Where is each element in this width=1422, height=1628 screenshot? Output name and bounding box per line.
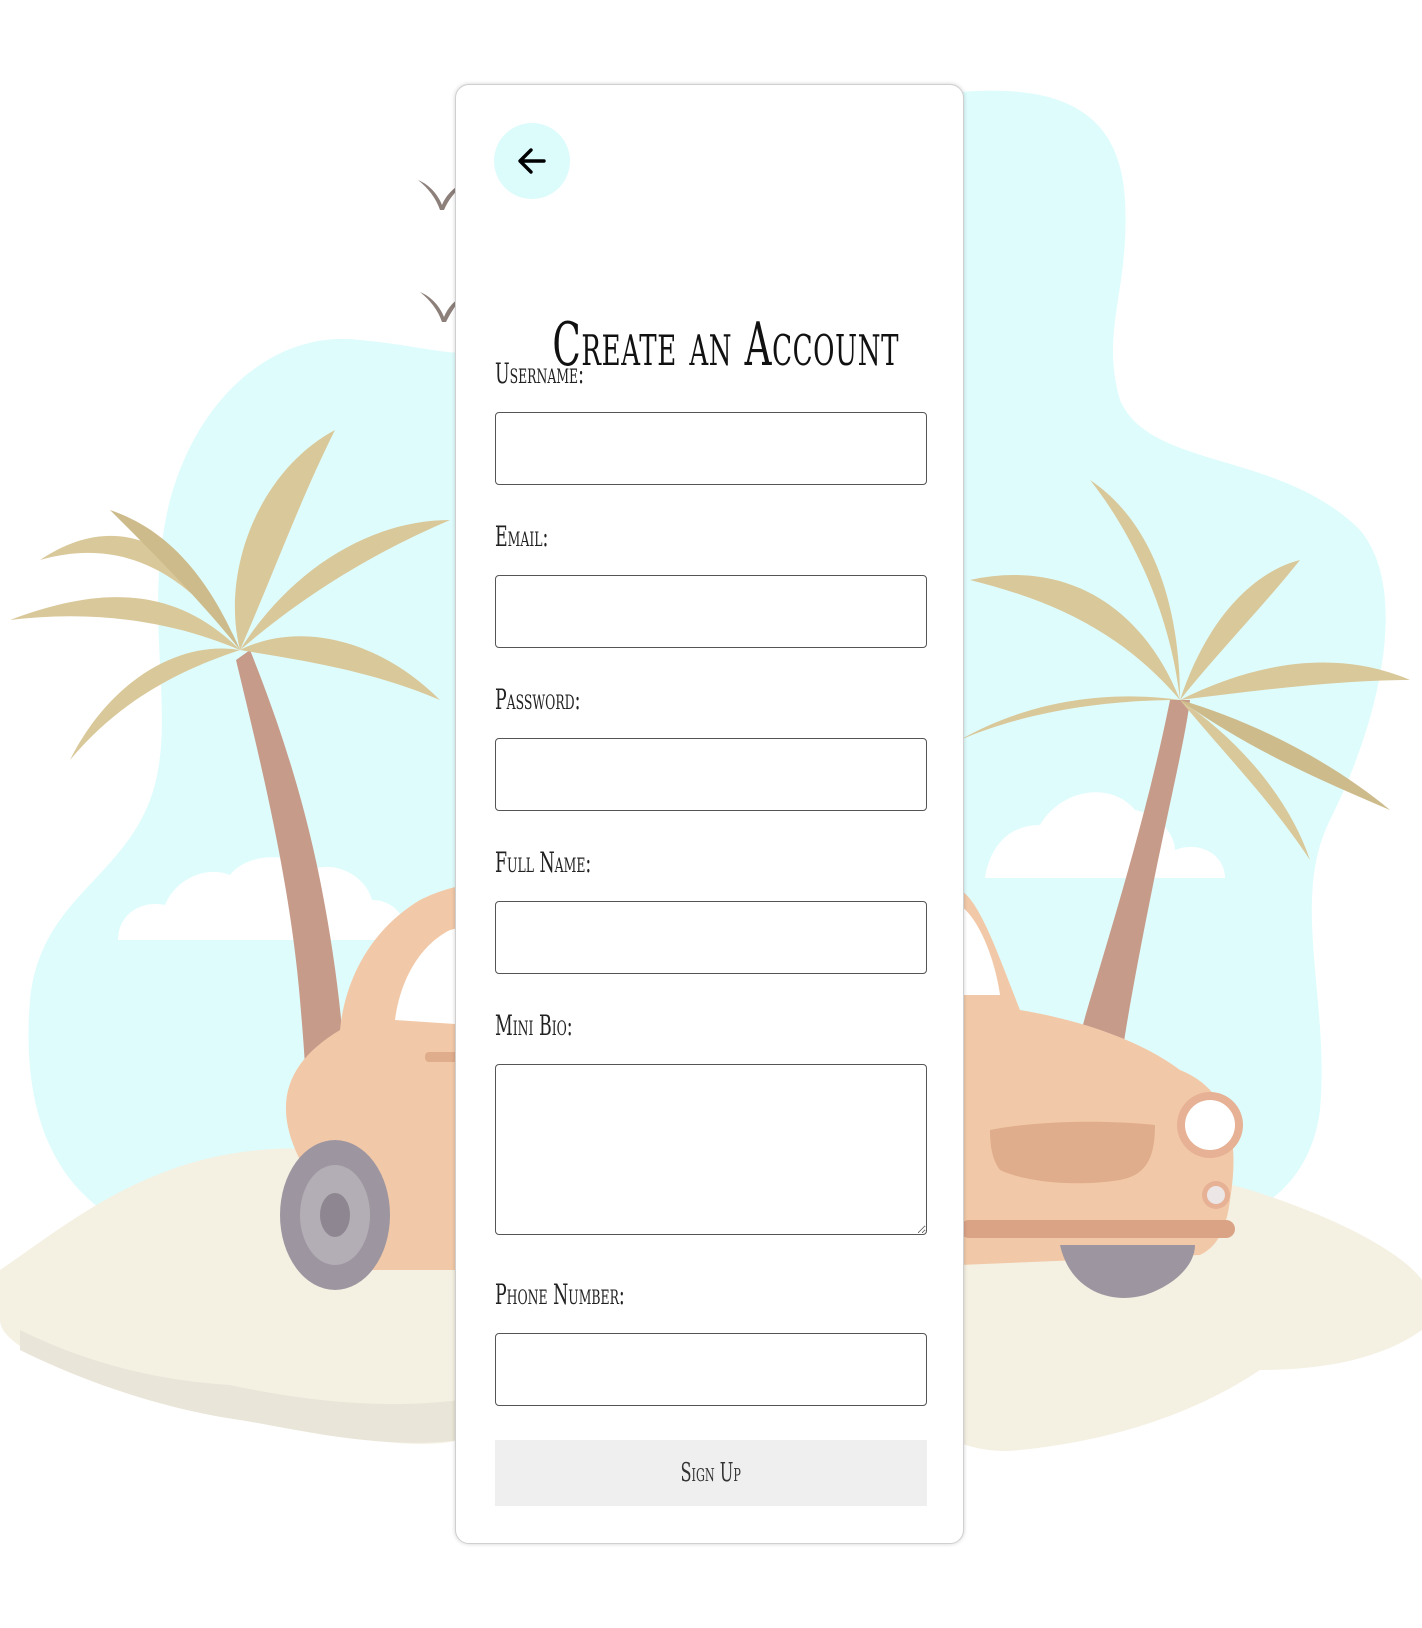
sign-up-button[interactable]: Sign Up — [495, 1440, 927, 1506]
car-grille — [990, 1121, 1155, 1184]
page-title: Create an Account — [552, 310, 900, 380]
phone-number-input[interactable] — [495, 1333, 927, 1406]
username-label: Username: — [495, 357, 584, 390]
full-name-input[interactable] — [495, 901, 927, 974]
phone-number-label: Phone Number: — [495, 1278, 625, 1311]
password-input[interactable] — [495, 738, 927, 811]
mini-bio-textarea[interactable] — [495, 1064, 927, 1235]
username-input[interactable] — [495, 412, 927, 485]
arrow-left-icon — [518, 148, 546, 174]
back-button[interactable] — [494, 123, 570, 199]
sign-up-label: Sign Up — [680, 1458, 742, 1488]
email-label: Email: — [495, 520, 549, 553]
password-label: Password: — [495, 683, 581, 716]
signup-card: Create an Account Username: Email: Passw… — [455, 84, 964, 1544]
mini-bio-label: Mini Bio: — [495, 1009, 573, 1042]
email-input[interactable] — [495, 575, 927, 648]
car-bumper — [960, 1220, 1235, 1238]
full-name-label: Full Name: — [495, 846, 592, 879]
